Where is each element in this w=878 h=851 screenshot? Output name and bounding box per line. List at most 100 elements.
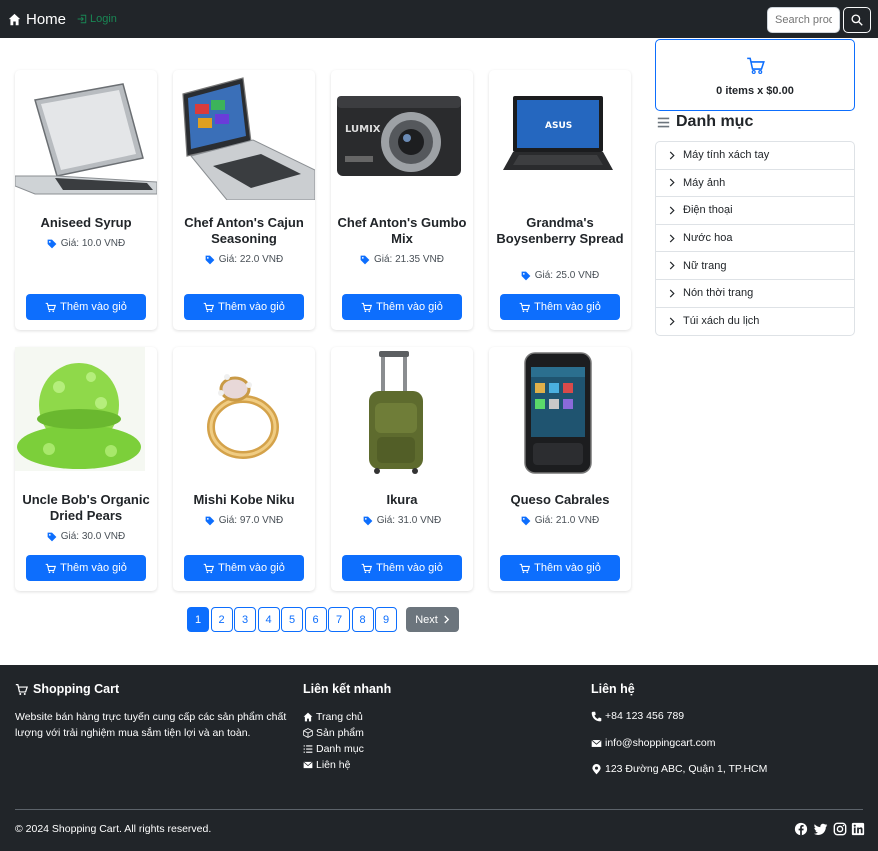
login-icon: [77, 14, 87, 24]
product-name[interactable]: Chef Anton's Gumbo Mix: [335, 215, 469, 247]
category-item[interactable]: Nón thời trang: [656, 280, 854, 308]
contact-email[interactable]: info@shoppingcart.com: [591, 737, 715, 749]
product-price: Giá: 97.0 VNĐ: [173, 515, 315, 526]
product-name[interactable]: Mishi Kobe Niku: [177, 492, 311, 508]
category-item[interactable]: Điện thoại: [656, 197, 854, 225]
product-image-laptop[interactable]: [15, 70, 157, 200]
tag-icon: [47, 239, 57, 248]
product-name[interactable]: Grandma's Boysenberry Spread: [493, 215, 627, 247]
footer-description: Website bán hàng trực tuyến cung cấp các…: [15, 711, 287, 739]
product-card: LUMIX Chef Anton's Gumbo Mix Giá: 21.35 …: [331, 70, 473, 330]
product-name[interactable]: Aniseed Syrup: [19, 215, 153, 231]
product-image-laptop-black[interactable]: ASUS: [489, 70, 631, 200]
add-to-cart-button[interactable]: Thêm vào giỏ: [26, 294, 146, 320]
house-icon: [303, 712, 313, 722]
navbar: Home Login: [0, 0, 878, 38]
product-card: Ikura Giá: 31.0 VNĐ Thêm vào giỏ: [331, 347, 473, 591]
page-link-4[interactable]: 4: [257, 607, 280, 632]
footer-divider: [15, 809, 863, 810]
add-to-cart-button[interactable]: Thêm vào giỏ: [500, 555, 620, 581]
chevron-right-icon: [444, 615, 449, 624]
footer-link-categories[interactable]: Danh mục: [303, 741, 364, 757]
cart-icon: [747, 57, 765, 75]
chevron-right-icon: [669, 151, 675, 160]
category-item[interactable]: Máy ảnh: [656, 170, 854, 198]
facebook-icon[interactable]: [794, 822, 808, 836]
chevron-right-icon: [669, 234, 675, 243]
search-input[interactable]: [767, 7, 840, 33]
map-pin-icon: [592, 763, 601, 774]
product-image-ring[interactable]: [173, 347, 315, 477]
tag-icon: [521, 271, 531, 280]
login-label: Login: [90, 13, 117, 25]
page-link-8[interactable]: 8: [351, 607, 374, 632]
svg-text:ASUS: ASUS: [545, 121, 572, 131]
category-item[interactable]: Nữ trang: [656, 252, 854, 280]
search-button[interactable]: [843, 7, 871, 33]
next-page-button[interactable]: Next: [406, 607, 459, 632]
tag-icon: [205, 516, 215, 525]
footer-link-products[interactable]: Sản phẩm: [303, 725, 364, 741]
category-item[interactable]: Máy tính xách tay: [656, 142, 854, 170]
footer-link-home[interactable]: Trang chủ: [303, 709, 364, 725]
chevron-right-icon: [669, 317, 675, 326]
page-link-6[interactable]: 6: [304, 607, 327, 632]
home-link[interactable]: Home: [8, 11, 66, 28]
product-name[interactable]: Queso Cabrales: [493, 492, 627, 508]
contact-phone: +84 123 456 789: [591, 710, 684, 722]
envelope-icon: [591, 739, 602, 747]
mini-cart[interactable]: 0 items x $0.00: [655, 39, 855, 111]
product-image-luggage[interactable]: [331, 347, 473, 477]
page-link-7[interactable]: 7: [328, 607, 350, 632]
product-image-laptop-convertible[interactable]: [173, 70, 315, 200]
tag-icon: [360, 255, 370, 264]
pagination: 1 2 3 4 5 6 7 8 9: [187, 607, 397, 632]
category-item[interactable]: Túi xách du lịch: [656, 308, 854, 336]
cart-plus-icon: [203, 563, 215, 573]
add-to-cart-button[interactable]: Thêm vào giỏ: [26, 555, 146, 581]
product-name[interactable]: Uncle Bob's Organic Dried Pears: [19, 492, 153, 524]
product-card: Queso Cabrales Giá: 21.0 VNĐ Thêm vào gi…: [489, 347, 631, 591]
house-icon: [8, 13, 21, 26]
category-heading: Danh mục: [657, 113, 753, 131]
cart-plus-icon: [45, 302, 57, 312]
box-icon: [303, 728, 313, 738]
list-icon: [657, 117, 670, 127]
cart-plus-icon: [45, 563, 57, 573]
product-card: Uncle Bob's Organic Dried Pears Giá: 30.…: [15, 347, 157, 591]
product-image-smartphone[interactable]: [489, 347, 631, 477]
chevron-right-icon: [669, 178, 675, 187]
svg-text:LUMIX: LUMIX: [345, 124, 381, 135]
contact-address: 123 Đường ABC, Quận 1, TP.HCM: [591, 763, 767, 775]
page-link-1[interactable]: 1: [187, 607, 209, 632]
add-to-cart-button[interactable]: Thêm vào giỏ: [184, 555, 304, 581]
category-list: Máy tính xách tay Máy ảnh Điện thoại Nướ…: [655, 141, 855, 337]
linkedin-icon[interactable]: [851, 822, 865, 836]
twitter-icon[interactable]: [814, 822, 828, 836]
cart-summary: 0 items x $0.00: [716, 85, 794, 97]
add-to-cart-button[interactable]: Thêm vào giỏ: [342, 555, 462, 581]
tag-icon: [363, 516, 373, 525]
page-link-2[interactable]: 2: [210, 607, 233, 632]
page-link-9[interactable]: 9: [375, 607, 397, 632]
add-to-cart-button[interactable]: Thêm vào giỏ: [500, 294, 620, 320]
product-image-camera[interactable]: LUMIX: [331, 70, 473, 200]
add-to-cart-button[interactable]: Thêm vào giỏ: [342, 294, 462, 320]
product-image-hat[interactable]: [15, 347, 157, 477]
login-link[interactable]: Login: [77, 13, 117, 25]
footer: Shopping Cart Website bán hàng trực tuyế…: [0, 665, 878, 851]
page-link-5[interactable]: 5: [281, 607, 303, 632]
add-to-cart-button[interactable]: Thêm vào giỏ: [184, 294, 304, 320]
instagram-icon[interactable]: [833, 822, 847, 836]
product-price: Giá: 10.0 VNĐ: [15, 238, 157, 249]
product-name[interactable]: Ikura: [335, 492, 469, 508]
footer-brand: Shopping Cart: [15, 682, 119, 696]
category-item[interactable]: Nước hoa: [656, 225, 854, 253]
brand-label: Home: [26, 11, 67, 28]
cart-icon: [15, 683, 28, 695]
phone-icon: [591, 711, 602, 721]
product-name[interactable]: Chef Anton's Cajun Seasoning: [177, 215, 311, 247]
page-link-3[interactable]: 3: [234, 607, 256, 632]
tag-icon: [521, 516, 531, 525]
footer-link-contact[interactable]: Liên hệ: [303, 757, 364, 773]
